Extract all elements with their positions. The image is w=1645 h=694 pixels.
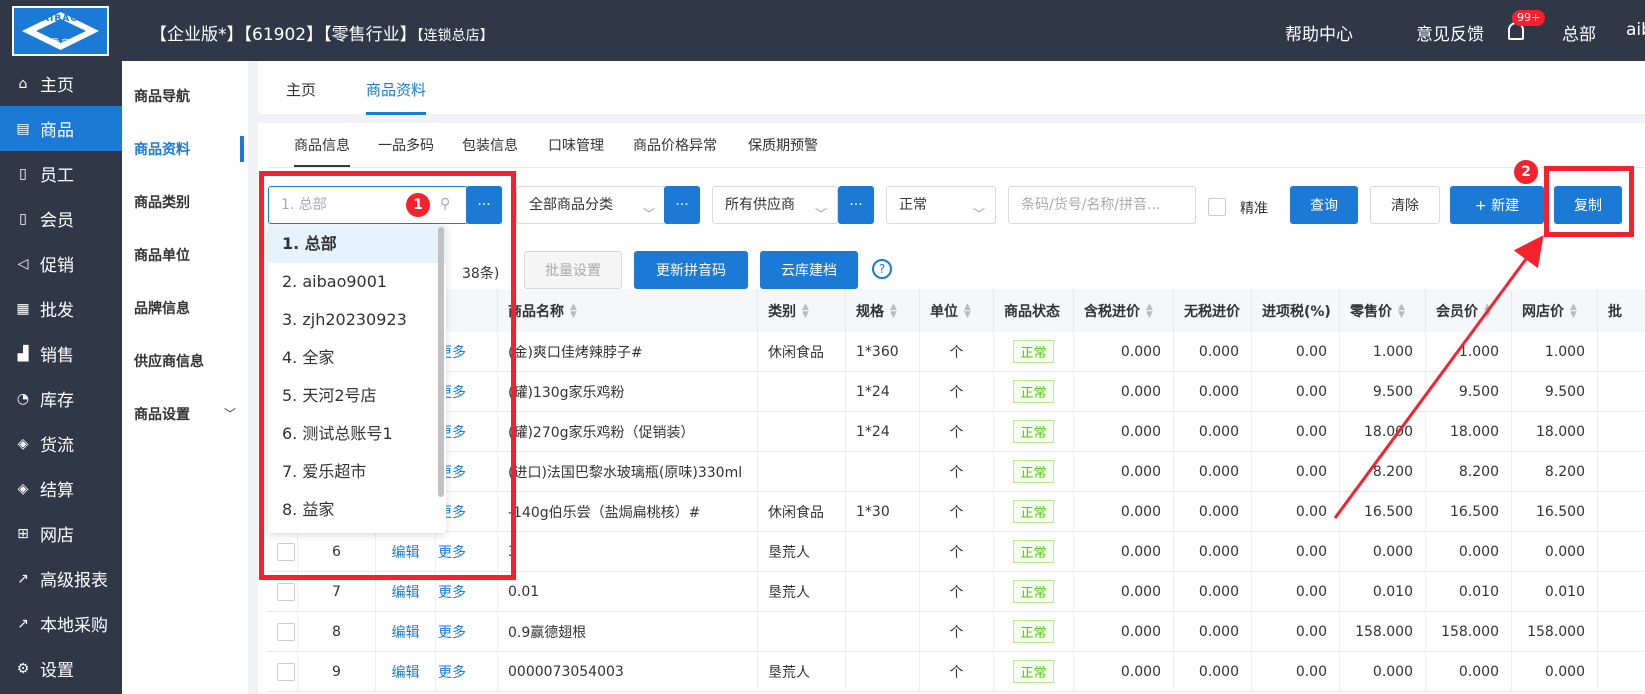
annotation-arrow: [1333, 235, 1544, 519]
